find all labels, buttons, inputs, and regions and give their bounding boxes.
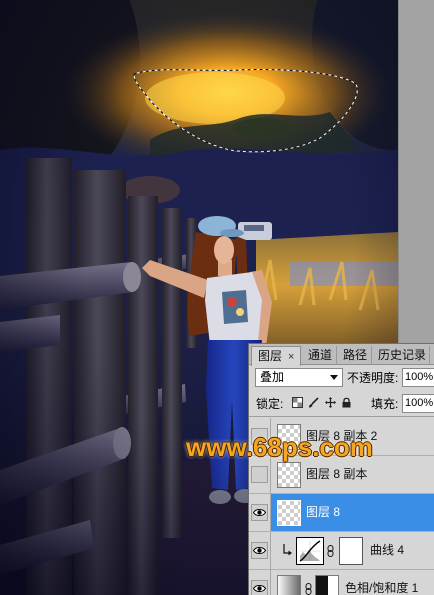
- opacity-label: 不透明度:: [347, 371, 399, 385]
- panel-divider: [249, 416, 434, 417]
- tab-paths[interactable]: 路径: [337, 346, 372, 365]
- layer-row[interactable]: 图层 8: [249, 494, 434, 532]
- white-mask-thumbnail: [339, 537, 363, 565]
- chain-link-icon: [305, 583, 312, 595]
- layer-name: 图层 8: [306, 505, 341, 519]
- opacity-input[interactable]: 100%: [402, 368, 434, 387]
- visibility-cell[interactable]: [249, 494, 271, 531]
- hue-saturation-thumbnail: [277, 575, 301, 595]
- layer-row[interactable]: 色相/饱和度 1: [249, 570, 434, 595]
- tab-label: 通道: [308, 348, 333, 362]
- lock-position-icon[interactable]: [325, 397, 336, 408]
- lock-label: 锁定:: [256, 397, 284, 411]
- blend-mode-select[interactable]: 叠加: [255, 368, 343, 387]
- layer-name: 曲线 4: [370, 543, 405, 557]
- visibility-toggle[interactable]: [251, 542, 268, 559]
- fill-input[interactable]: 100%: [402, 394, 434, 413]
- tab-history[interactable]: 历史记录: [372, 346, 430, 365]
- eye-icon: [253, 547, 266, 554]
- layer-name: 色相/饱和度 1: [345, 581, 419, 595]
- layer-row-body[interactable]: 色相/饱和度 1: [271, 570, 434, 595]
- site-watermark: www.68ps.com: [186, 432, 373, 462]
- visibility-toggle[interactable]: [251, 504, 268, 521]
- pasteboard: [398, 0, 434, 343]
- layer-name: 图层 8 副本: [306, 467, 368, 481]
- chain-link-icon: [327, 545, 334, 557]
- fill-label: 填充:: [371, 397, 399, 411]
- curves-adjustment-icon: [296, 537, 324, 565]
- visibility-toggle[interactable]: [251, 466, 268, 483]
- mask-thumbnail: [315, 575, 339, 595]
- tab-channels[interactable]: 通道: [302, 346, 337, 365]
- lock-all-icon[interactable]: [341, 397, 352, 408]
- tab-label: 路径: [343, 348, 368, 362]
- transparent-thumbnail: [277, 500, 301, 526]
- lock-paint-icon[interactable]: [308, 397, 319, 408]
- visibility-cell[interactable]: [249, 532, 271, 569]
- layer-row[interactable]: 曲线 4: [249, 532, 434, 570]
- eye-icon: [253, 585, 266, 592]
- tab-layers[interactable]: 图层 ×: [251, 346, 301, 366]
- layers-panel: 图层 × 通道 路径 历史记录 叠加 不透明度: 100% 锁定: 填充: 100…: [248, 343, 434, 595]
- eye-icon: [253, 509, 266, 516]
- blend-mode-value: 叠加: [260, 370, 285, 384]
- panel-tab-bar: 图层 × 通道 路径 历史记录: [249, 344, 434, 366]
- layer-row-body[interactable]: 图层 8: [271, 494, 434, 531]
- layer-row-body[interactable]: 曲线 4: [271, 532, 434, 569]
- clipping-arrow-icon: [283, 544, 292, 556]
- tab-label: 历史记录: [378, 348, 427, 362]
- tab-label: 图层: [258, 349, 283, 363]
- lock-transparency-icon[interactable]: [292, 397, 303, 408]
- visibility-toggle[interactable]: [251, 580, 268, 595]
- visibility-cell[interactable]: [249, 570, 271, 595]
- dropdown-arrow-icon: [330, 375, 338, 380]
- transparent-thumbnail: [277, 462, 301, 488]
- close-icon[interactable]: ×: [288, 351, 294, 363]
